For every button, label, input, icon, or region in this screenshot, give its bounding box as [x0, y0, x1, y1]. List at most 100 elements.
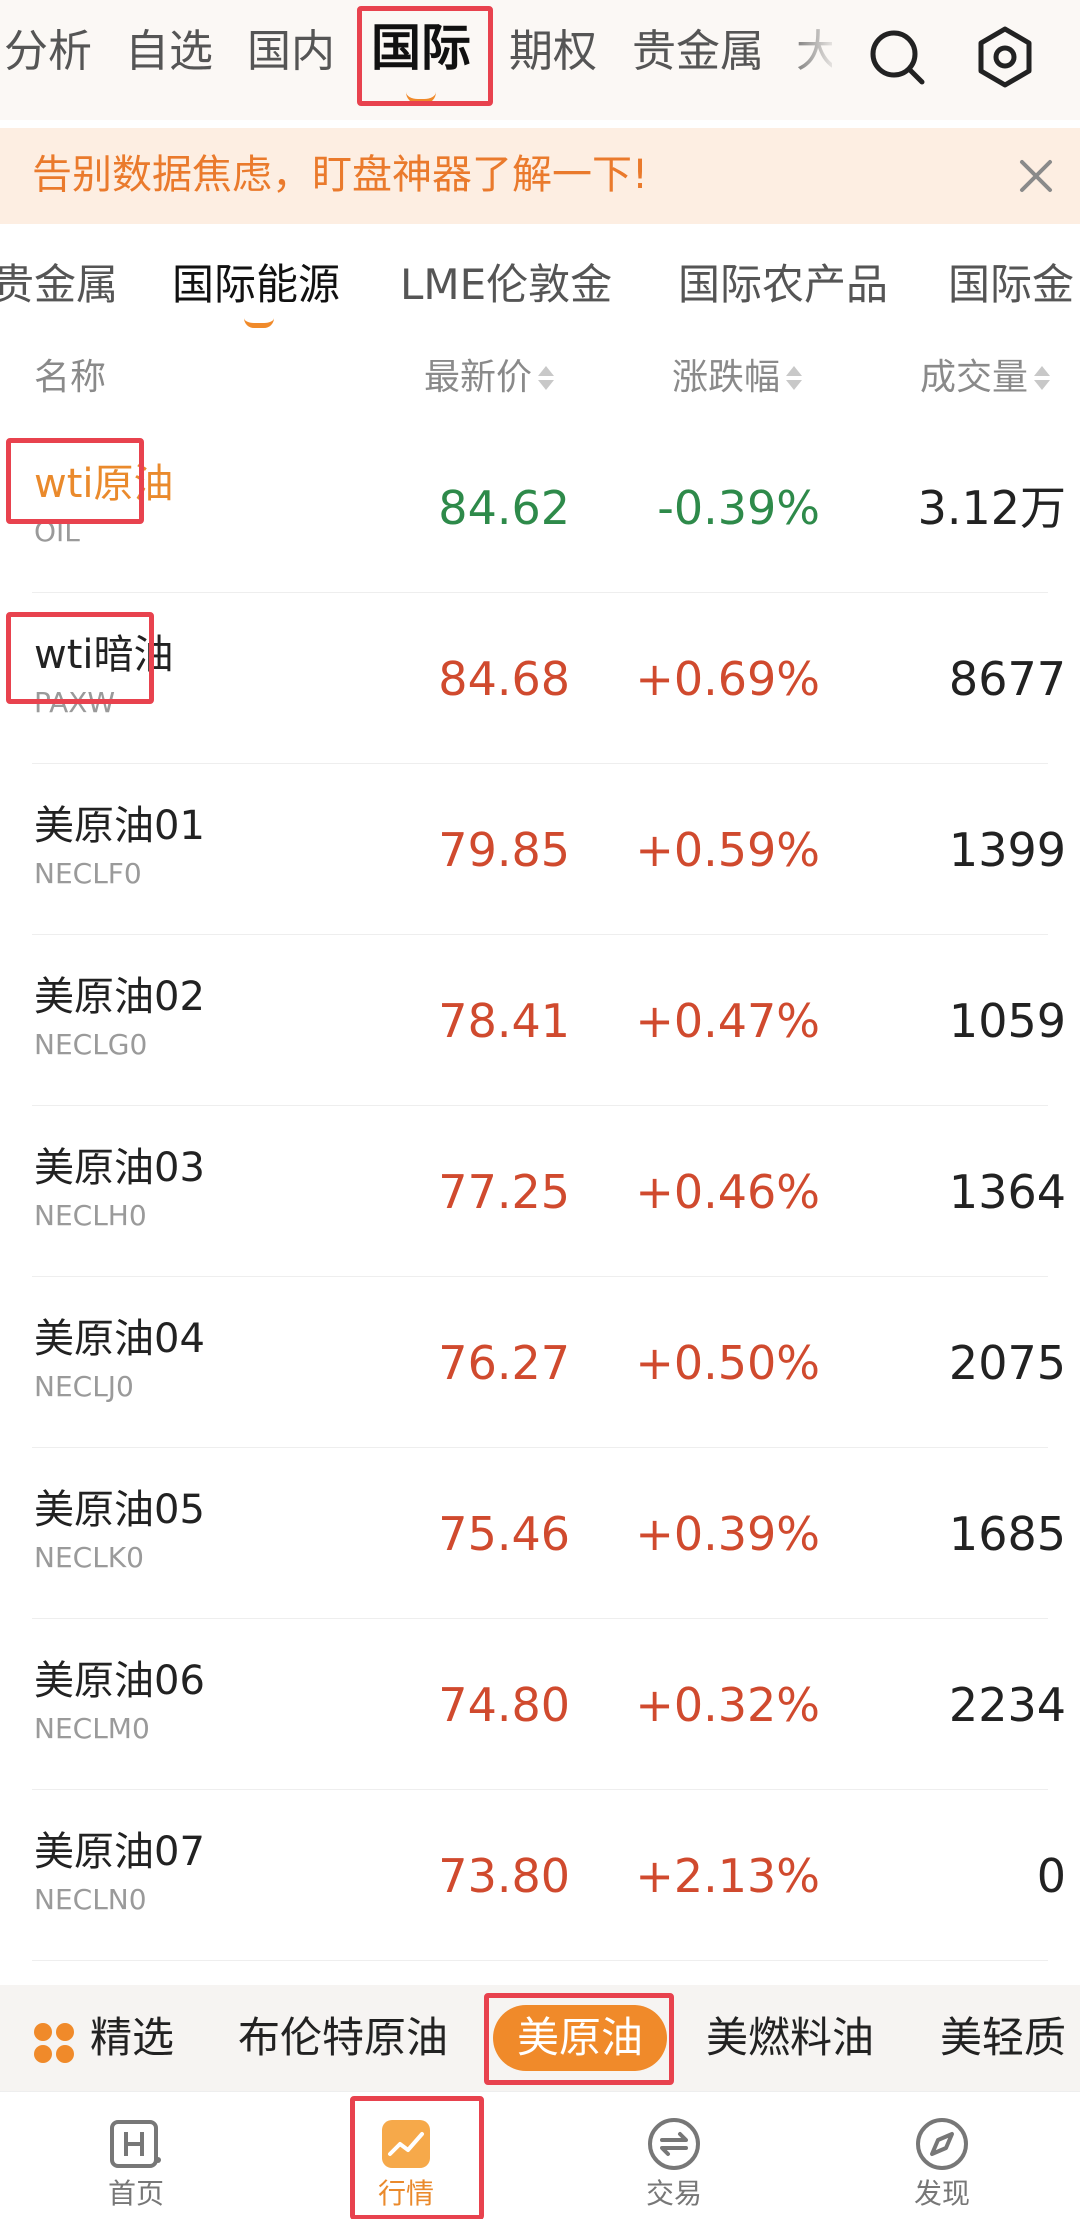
nav-home-label: 首页 [107, 2177, 164, 2210]
instrument-name: 美原油03 [34, 1145, 205, 1191]
instrument-code: NECLK0 [34, 1541, 144, 1574]
latest-price: 73.80 [438, 1849, 570, 1903]
change-percent: +2.13% [635, 1849, 820, 1903]
subtab-international-gold[interactable]: 国际金 [948, 256, 1074, 314]
table-row[interactable]: 美原油07 NECLN0 73.80 +2.13% 0 [0, 1790, 1080, 1961]
latest-price: 84.62 [438, 481, 570, 535]
instrument-code: NECLJ0 [34, 1370, 134, 1403]
instrument-name: 美原油06 [34, 1658, 205, 1704]
subtab-lme-london-gold[interactable]: LME伦敦金 [400, 256, 612, 314]
trade-volume: 1364 [948, 1165, 1066, 1219]
table-row[interactable]: 美原油02 NECLG0 78.41 +0.47% 1059 [0, 935, 1080, 1106]
category-subtabs: 贵金属 国际能源 LME伦敦金 国际农产品 国际金 [0, 238, 1080, 332]
header-price[interactable]: 最新价 [424, 350, 555, 406]
change-percent: +0.69% [635, 652, 820, 706]
header-change[interactable]: 涨跌幅 [672, 350, 803, 406]
market-chart-icon [382, 2120, 430, 2168]
change-percent: -0.39% [657, 481, 820, 535]
tab-analysis[interactable]: 分析 [4, 22, 92, 82]
instrument-name: 美原油07 [34, 1829, 205, 1875]
featured-grid-icon [34, 2023, 74, 2063]
table-row[interactable]: 美原油01 NECLF0 79.85 +0.59% 1399 [0, 764, 1080, 935]
product-chip-bar: 精选 布伦特原油 美原油 美燃料油 美轻质 [0, 1985, 1080, 2091]
table-row[interactable]: 美原油06 NECLM0 74.80 +0.32% 2234 [0, 1619, 1080, 1790]
change-percent: +0.46% [635, 1165, 820, 1219]
trade-volume: 1059 [948, 994, 1066, 1048]
instrument-code: OIL [34, 515, 80, 548]
latest-price: 84.68 [438, 652, 570, 706]
header-price-label: 最新价 [424, 357, 533, 398]
active-tab-indicator [406, 92, 436, 104]
instrument-name: 美原油02 [34, 974, 205, 1020]
instrument-name: 美原油05 [34, 1487, 205, 1533]
sort-icon [786, 366, 803, 392]
header-volume[interactable]: 成交量 [920, 350, 1051, 406]
instrument-code: NECLH0 [34, 1199, 147, 1232]
settings-hex-icon[interactable] [970, 22, 1040, 92]
discover-compass-icon [916, 2118, 968, 2170]
latest-price: 79.85 [438, 823, 570, 877]
instrument-code: NECLN0 [34, 1883, 147, 1916]
instrument-name: 美原油01 [34, 803, 205, 849]
sort-icon [538, 366, 555, 392]
latest-price: 75.46 [438, 1507, 570, 1561]
latest-price: 76.27 [438, 1336, 570, 1390]
table-row[interactable]: 美原油03 NECLH0 77.25 +0.46% 1364 [0, 1106, 1080, 1277]
chip-us-fuel-oil[interactable]: 美燃料油 [706, 2005, 874, 2071]
header-name: 名称 [34, 357, 107, 398]
tab-international[interactable]: 国际 [371, 18, 471, 78]
latest-price: 74.80 [438, 1678, 570, 1732]
subtab-international-agri[interactable]: 国际农产品 [678, 256, 888, 314]
instrument-code: NECLG0 [34, 1028, 148, 1061]
instrument-code: PAXW [34, 686, 116, 719]
home-h-icon [110, 2120, 161, 2168]
trade-volume: 3.12万 [917, 481, 1066, 535]
nav-trade[interactable]: 交易 [594, 2092, 754, 2219]
change-percent: +0.39% [635, 1507, 820, 1561]
top-market-tabs: 分析 自选 国内 国际 期权 贵金属 大 [0, 0, 1080, 120]
tab-watchlist[interactable]: 自选 [125, 22, 213, 82]
nav-trade-label: 交易 [645, 2177, 702, 2210]
latest-price: 78.41 [438, 994, 570, 1048]
header-change-label: 涨跌幅 [672, 357, 781, 398]
change-percent: +0.32% [635, 1678, 820, 1732]
table-row[interactable]: wti暗油 PAXW 84.68 +0.69% 8677 [0, 593, 1080, 764]
trade-volume: 2075 [948, 1336, 1066, 1390]
nav-market[interactable]: 行情 [326, 2092, 486, 2219]
close-icon[interactable] [1008, 148, 1064, 204]
nav-home[interactable]: 首页 [56, 2092, 216, 2219]
chip-us-light[interactable]: 美轻质 [940, 2005, 1066, 2071]
table-row[interactable]: wti原油 OIL 84.62 -0.39% 3.12万 [0, 422, 1080, 593]
table-row[interactable]: 美原油05 NECLK0 75.46 +0.39% 1685 [0, 1448, 1080, 1619]
change-percent: +0.50% [635, 1336, 820, 1390]
header-volume-label: 成交量 [920, 357, 1029, 398]
latest-price: 77.25 [438, 1165, 570, 1219]
bottom-navigation: 首页 行情 交易 发现 [0, 2091, 1080, 2219]
sort-icon [1034, 366, 1051, 392]
change-percent: +0.59% [635, 823, 820, 877]
chip-brent-crude[interactable]: 布伦特原油 [238, 2005, 448, 2071]
instrument-name: 美原油04 [34, 1316, 205, 1362]
search-icon[interactable] [862, 22, 932, 92]
nav-market-label: 行情 [377, 2177, 434, 2210]
chip-featured[interactable]: 精选 [90, 2005, 174, 2071]
instrument-name: wti原油 [34, 461, 174, 507]
chip-us-crude[interactable]: 美原油 [493, 2005, 668, 2071]
trade-volume: 0 [1036, 1849, 1066, 1903]
trade-volume: 1399 [948, 823, 1066, 877]
promo-banner-text: 告别数据焦虑，盯盘神器了解一下! [32, 152, 649, 198]
table-row[interactable]: 美原油04 NECLJ0 76.27 +0.50% 2075 [0, 1277, 1080, 1448]
tab-options[interactable]: 期权 [509, 22, 597, 82]
tab-precious-metals[interactable]: 贵金属 [632, 22, 764, 82]
promo-banner[interactable]: 告别数据焦虑，盯盘神器了解一下! [0, 128, 1080, 224]
change-percent: +0.47% [635, 994, 820, 1048]
tab-domestic[interactable]: 国内 [247, 22, 335, 82]
subtab-international-energy[interactable]: 国际能源 [172, 256, 340, 314]
trade-volume: 1685 [948, 1507, 1066, 1561]
nav-discover[interactable]: 发现 [862, 2092, 1022, 2219]
trade-exchange-icon [648, 2118, 700, 2170]
instrument-code: NECLF0 [34, 857, 142, 890]
instrument-code: NECLM0 [34, 1712, 150, 1745]
nav-discover-label: 发现 [913, 2177, 970, 2210]
subtab-precious-metals[interactable]: 贵金属 [0, 256, 118, 314]
